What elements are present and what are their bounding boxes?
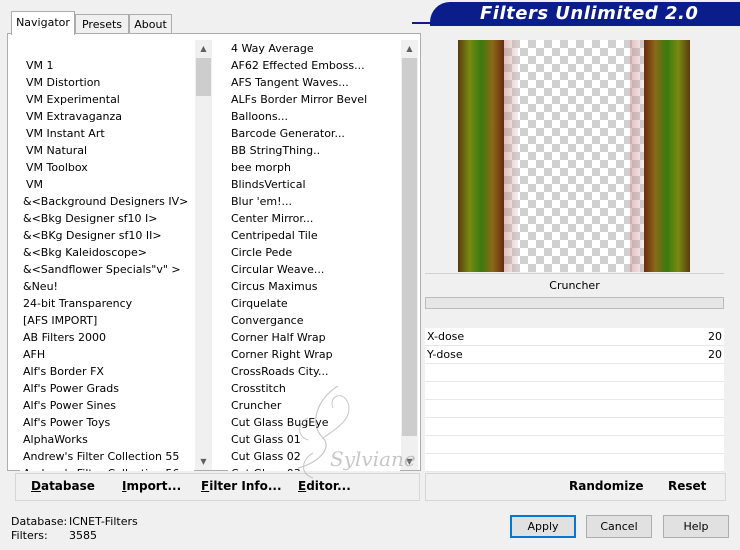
category-scrollbar[interactable]: ▲ ▼	[195, 40, 212, 470]
scroll-up-icon[interactable]: ▲	[195, 40, 212, 57]
category-item[interactable]: Andrew's Filter Collection 56	[20, 465, 194, 471]
scroll-down-icon[interactable]: ▼	[401, 453, 418, 470]
scroll-up-icon[interactable]: ▲	[401, 40, 418, 57]
filter-item[interactable]: Cut Glass 03	[228, 465, 400, 471]
param-row-empty	[425, 382, 724, 400]
filter-item[interactable]: CrossRoads City...	[228, 363, 400, 380]
filter-item[interactable]: Corner Right Wrap	[228, 346, 400, 363]
category-item[interactable]: VM Instant Art	[20, 125, 194, 142]
category-item[interactable]: &<BKg Designer sf10 II>	[20, 227, 194, 244]
filter-item[interactable]: Circle Pede	[228, 244, 400, 261]
category-item[interactable]: &<Bkg Designer sf10 I>	[20, 210, 194, 227]
param-row-empty	[425, 436, 724, 454]
randomize-button[interactable]: Randomize	[569, 479, 643, 493]
filter-item[interactable]: ALFs Border Mirror Bevel	[228, 91, 400, 108]
category-item[interactable]: &<Background Designers IV>	[20, 193, 194, 210]
category-item[interactable]: VM Toolbox	[20, 159, 194, 176]
filter-item[interactable]: Cirquelate	[228, 295, 400, 312]
selected-filter-name: Cruncher	[425, 273, 724, 298]
param-row-empty	[425, 364, 724, 382]
database-button[interactable]: Database	[31, 479, 95, 493]
category-item[interactable]: AFH	[20, 346, 194, 363]
tab-about[interactable]: About	[129, 14, 172, 34]
filter-item[interactable]: 4 Way Average	[228, 40, 400, 57]
category-item[interactable]: Alf's Power Sines	[20, 397, 194, 414]
filter-item[interactable]: Center Mirror...	[228, 210, 400, 227]
filter-item[interactable]: Cut Glass 02	[228, 448, 400, 465]
filter-item[interactable]: BB StringThing..	[228, 142, 400, 159]
param-label: Y-dose	[427, 348, 463, 361]
parameter-list: X-dose 20 Y-dose 20	[425, 328, 724, 472]
apply-button[interactable]: Apply	[510, 515, 576, 538]
preview-texture-left	[458, 40, 504, 272]
filter-item[interactable]: Cruncher	[228, 397, 400, 414]
param-row-y-dose[interactable]: Y-dose 20	[425, 346, 724, 364]
category-item[interactable]: VM Natural	[20, 142, 194, 159]
category-item[interactable]: Alf's Border FX	[20, 363, 194, 380]
window-title: Filters Unlimited 2.0	[480, 3, 699, 24]
filter-item[interactable]: Cut Glass 01	[228, 431, 400, 448]
category-item[interactable]: AB Filters 2000	[20, 329, 194, 346]
param-label: X-dose	[427, 330, 465, 343]
category-item[interactable]: &Neu!	[20, 278, 194, 295]
category-item[interactable]: Andrew's Filter Collection 55	[20, 448, 194, 465]
editor-button[interactable]: Editor...	[298, 479, 351, 493]
filter-list[interactable]: 4 Way Average AF62 Effected Emboss... AFS …	[228, 40, 400, 471]
scroll-down-icon[interactable]: ▼	[195, 453, 212, 470]
preview-transparency	[504, 40, 644, 272]
import-button[interactable]: Import...	[122, 479, 181, 493]
category-item[interactable]: VM Experimental	[20, 91, 194, 108]
category-item[interactable]: VM Distortion	[20, 74, 194, 91]
filter-item[interactable]: bee morph	[228, 159, 400, 176]
filter-item[interactable]: Circus Maximus	[228, 278, 400, 295]
param-row-empty	[425, 400, 724, 418]
filter-scrollbar[interactable]: ▲ ▼	[401, 40, 418, 470]
cancel-button[interactable]: Cancel	[586, 515, 652, 538]
category-item[interactable]: Alf's Power Grads	[20, 380, 194, 397]
category-scroll-thumb[interactable]	[196, 58, 211, 96]
filter-item[interactable]: Barcode Generator...	[228, 125, 400, 142]
param-value[interactable]: 20	[708, 328, 722, 345]
category-list[interactable]: VM 1 VM Distortion VM Experimental VM Extra…	[20, 40, 194, 471]
category-item[interactable]: Alf's Power Toys	[20, 414, 194, 431]
filter-item[interactable]: BlindsVertical	[228, 176, 400, 193]
preview-texture-right	[644, 40, 690, 272]
filter-item[interactable]: Circular Weave...	[228, 261, 400, 278]
param-row-empty	[425, 454, 724, 472]
filter-item[interactable]: Corner Half Wrap	[228, 329, 400, 346]
filter-item[interactable]: Crosstitch	[228, 380, 400, 397]
filter-info-button[interactable]: Filter Info...	[201, 479, 282, 493]
category-item[interactable]: &<Bkg Kaleidoscope>	[20, 244, 194, 261]
filter-scroll-thumb[interactable]	[402, 58, 417, 436]
filter-item[interactable]: AF62 Effected Emboss...	[228, 57, 400, 74]
filter-item[interactable]: Blur 'em!...	[228, 193, 400, 210]
database-label: Database:	[11, 515, 68, 528]
preview-image	[458, 40, 690, 272]
tab-presets[interactable]: Presets	[75, 14, 129, 34]
param-value[interactable]: 20	[708, 346, 722, 363]
progress-bar	[425, 297, 724, 309]
database-value: ICNET-Filters	[69, 515, 138, 528]
filter-item[interactable]: Convergance	[228, 312, 400, 329]
filter-item[interactable]: Centripedal Tile	[228, 227, 400, 244]
filters-count-value: 3585	[69, 529, 97, 542]
filter-item[interactable]: AFS Tangent Waves...	[228, 74, 400, 91]
filters-count-label: Filters:	[11, 529, 48, 542]
filter-item[interactable]: Balloons...	[228, 108, 400, 125]
category-item[interactable]: 24-bit Transparency	[20, 295, 194, 312]
filter-item[interactable]: Cut Glass BugEye	[228, 414, 400, 431]
category-item[interactable]: VM	[20, 176, 194, 193]
param-row-empty	[425, 418, 724, 436]
preview-band-right	[630, 40, 644, 272]
reset-button[interactable]: Reset	[668, 479, 706, 493]
category-item[interactable]: VM 1	[20, 57, 194, 74]
category-item[interactable]: &<Sandflower Specials"v" >	[20, 261, 194, 278]
category-item[interactable]: VM Extravaganza	[20, 108, 194, 125]
param-row-x-dose[interactable]: X-dose 20	[425, 328, 724, 346]
category-item[interactable]: [AFS IMPORT]	[20, 312, 194, 329]
category-item[interactable]: AlphaWorks	[20, 431, 194, 448]
help-button[interactable]: Help	[663, 515, 729, 538]
preview-band-left	[504, 40, 518, 272]
tab-navigator[interactable]: Navigator	[11, 11, 75, 35]
